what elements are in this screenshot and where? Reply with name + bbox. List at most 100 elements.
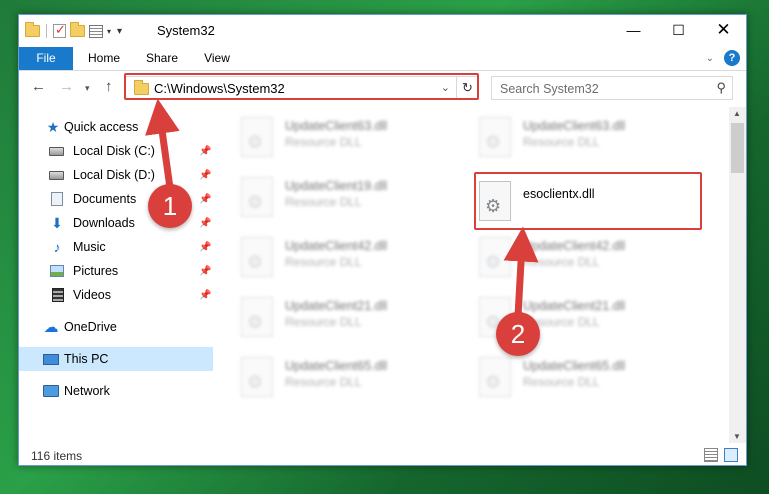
- new-folder-icon[interactable]: [70, 22, 85, 37]
- file-item[interactable]: UpdateClient21.dll Resource DLL: [215, 291, 445, 343]
- back-arrow-icon[interactable]: ←: [31, 78, 46, 95]
- step-2-badge: 2: [496, 312, 540, 356]
- pin-icon[interactable]: 📌: [199, 290, 211, 301]
- pin-icon[interactable]: 📌: [199, 266, 211, 277]
- window-controls: — ☐ ✕: [611, 15, 746, 45]
- file-name: UpdateClient42.dll: [285, 239, 388, 253]
- file-name: UpdateClient19.dll: [285, 179, 388, 193]
- search-icon[interactable]: ⚲: [716, 80, 726, 96]
- sidebar-item-label: Documents: [73, 192, 137, 206]
- navigation-bar: ← → ▾ ↑ C:\Windows\System32 ⌄ ↻ Search S…: [19, 72, 746, 104]
- file-name: UpdateClient63.dll: [285, 119, 388, 133]
- videos-icon: [52, 288, 64, 302]
- sidebar-item-label: Network: [64, 384, 110, 398]
- file-item[interactable]: UpdateClient65.dll Resource DLL: [453, 351, 683, 403]
- step-1-badge: 1: [148, 184, 192, 228]
- dll-file-icon: [479, 117, 511, 157]
- downloads-icon: ⬇: [51, 214, 63, 231]
- search-placeholder: Search System32: [500, 82, 599, 96]
- tab-file[interactable]: File: [19, 47, 73, 70]
- tab-view[interactable]: View: [195, 47, 239, 70]
- scroll-thumb[interactable]: [731, 123, 744, 173]
- maximize-button[interactable]: ☐: [656, 15, 701, 45]
- item-count: 116 items: [31, 449, 83, 463]
- file-type: Resource DLL: [285, 135, 362, 149]
- recent-locations-icon[interactable]: ▾: [85, 83, 90, 94]
- sidebar-item-label: Local Disk (C:): [73, 144, 155, 158]
- search-input[interactable]: Search System32 ⚲: [491, 76, 733, 100]
- onedrive-icon: ☁: [43, 319, 59, 336]
- sidebar-item-label: Local Disk (D:): [73, 168, 155, 182]
- file-item[interactable]: UpdateClient65.dll Resource DLL: [215, 351, 445, 403]
- file-item[interactable]: UpdateClient42.dll Resource DLL: [453, 231, 683, 283]
- large-icons-view-icon[interactable]: [724, 448, 738, 462]
- file-type: Resource DLL: [285, 195, 362, 209]
- pin-icon[interactable]: 📌: [199, 194, 211, 205]
- help-icon[interactable]: ?: [724, 50, 740, 66]
- sidebar-item-local-disk-d[interactable]: Local Disk (D:) 📌: [19, 163, 213, 187]
- status-bar: 116 items: [19, 445, 746, 465]
- scroll-down-icon[interactable]: ▼: [733, 432, 741, 441]
- file-item[interactable]: UpdateClient19.dll Resource DLL: [215, 171, 445, 223]
- star-icon: ★: [46, 118, 60, 135]
- expand-ribbon-icon[interactable]: ⌄: [706, 53, 714, 64]
- file-item[interactable]: UpdateClient63.dll Resource DLL: [215, 111, 445, 163]
- pin-icon[interactable]: 📌: [199, 242, 211, 253]
- file-item[interactable]: UpdateClient42.dll Resource DLL: [215, 231, 445, 283]
- sidebar-item-label: This PC: [64, 352, 109, 366]
- file-list: UpdateClient63.dll Resource DLL UpdateCl…: [215, 107, 728, 443]
- chevron-down-icon[interactable]: ⌄: [441, 81, 450, 94]
- sidebar-item-label: OneDrive: [64, 320, 117, 334]
- sidebar-item-label: Quick access: [64, 120, 139, 134]
- sidebar-item-label: Music: [73, 240, 106, 254]
- this-pc-icon: [43, 353, 59, 365]
- file-item-esoclientx[interactable]: esoclientx.dll: [453, 175, 683, 227]
- dll-file-icon: [241, 237, 273, 277]
- address-bar[interactable]: C:\Windows\System32 ⌄ ↻: [125, 76, 479, 100]
- properties-check-icon[interactable]: [53, 22, 66, 38]
- sidebar-item-local-disk-c[interactable]: Local Disk (C:) 📌: [19, 139, 213, 163]
- tab-share[interactable]: Share: [137, 47, 187, 70]
- file-name: UpdateClient21.dll: [523, 299, 626, 313]
- close-button[interactable]: ✕: [701, 15, 746, 45]
- vertical-scrollbar[interactable]: ▲ ▼: [729, 107, 746, 443]
- sidebar-item-this-pc[interactable]: This PC: [19, 347, 213, 371]
- file-item[interactable]: UpdateClient21.dll Resource DLL: [453, 291, 683, 343]
- quick-access-toolbar: ▾ ▾: [25, 22, 122, 40]
- minimize-button[interactable]: —: [611, 15, 656, 45]
- pin-icon[interactable]: 📌: [199, 146, 211, 157]
- sidebar-item-network[interactable]: Network: [19, 379, 213, 403]
- sidebar-item-pictures[interactable]: Pictures 📌: [19, 259, 213, 283]
- forward-arrow-icon[interactable]: →: [59, 78, 74, 95]
- file-item[interactable]: UpdateClient63.dll Resource DLL: [453, 111, 683, 163]
- window-title: System32: [157, 23, 215, 38]
- pin-icon[interactable]: 📌: [199, 218, 211, 229]
- properties-icon[interactable]: [89, 24, 103, 38]
- ribbon: File Home Share View ⌄ ?: [19, 47, 746, 71]
- sidebar-item-music[interactable]: ♪ Music 📌: [19, 235, 213, 259]
- customize-toolbar-icon[interactable]: ▾: [117, 26, 122, 37]
- file-type: Resource DLL: [523, 255, 600, 269]
- details-view-icon[interactable]: [704, 448, 718, 462]
- disk-icon: [49, 146, 64, 156]
- address-path[interactable]: C:\Windows\System32: [154, 81, 285, 96]
- file-type: Resource DLL: [523, 375, 600, 389]
- network-icon: [43, 385, 59, 397]
- dll-file-icon: [241, 117, 273, 157]
- tab-home[interactable]: Home: [79, 47, 129, 70]
- refresh-icon[interactable]: ↻: [456, 77, 478, 99]
- file-name: UpdateClient42.dll: [523, 239, 626, 253]
- file-name: UpdateClient21.dll: [285, 299, 388, 313]
- chevron-down-icon[interactable]: ▾: [107, 27, 111, 36]
- ribbon-right-controls: ⌄ ?: [706, 50, 740, 66]
- sidebar-item-label: Videos: [73, 288, 111, 302]
- dll-file-icon: [241, 297, 273, 337]
- up-arrow-icon[interactable]: ↑: [105, 78, 113, 95]
- sidebar-item-videos[interactable]: Videos 📌: [19, 283, 213, 307]
- file-type: Resource DLL: [285, 315, 362, 329]
- sidebar-item-onedrive[interactable]: ☁ OneDrive: [19, 315, 213, 339]
- sidebar-item-quick-access[interactable]: ★ Quick access: [19, 115, 213, 139]
- pin-icon[interactable]: 📌: [199, 170, 211, 181]
- scroll-up-icon[interactable]: ▲: [733, 109, 741, 118]
- sidebar-item-label: Downloads: [73, 216, 135, 230]
